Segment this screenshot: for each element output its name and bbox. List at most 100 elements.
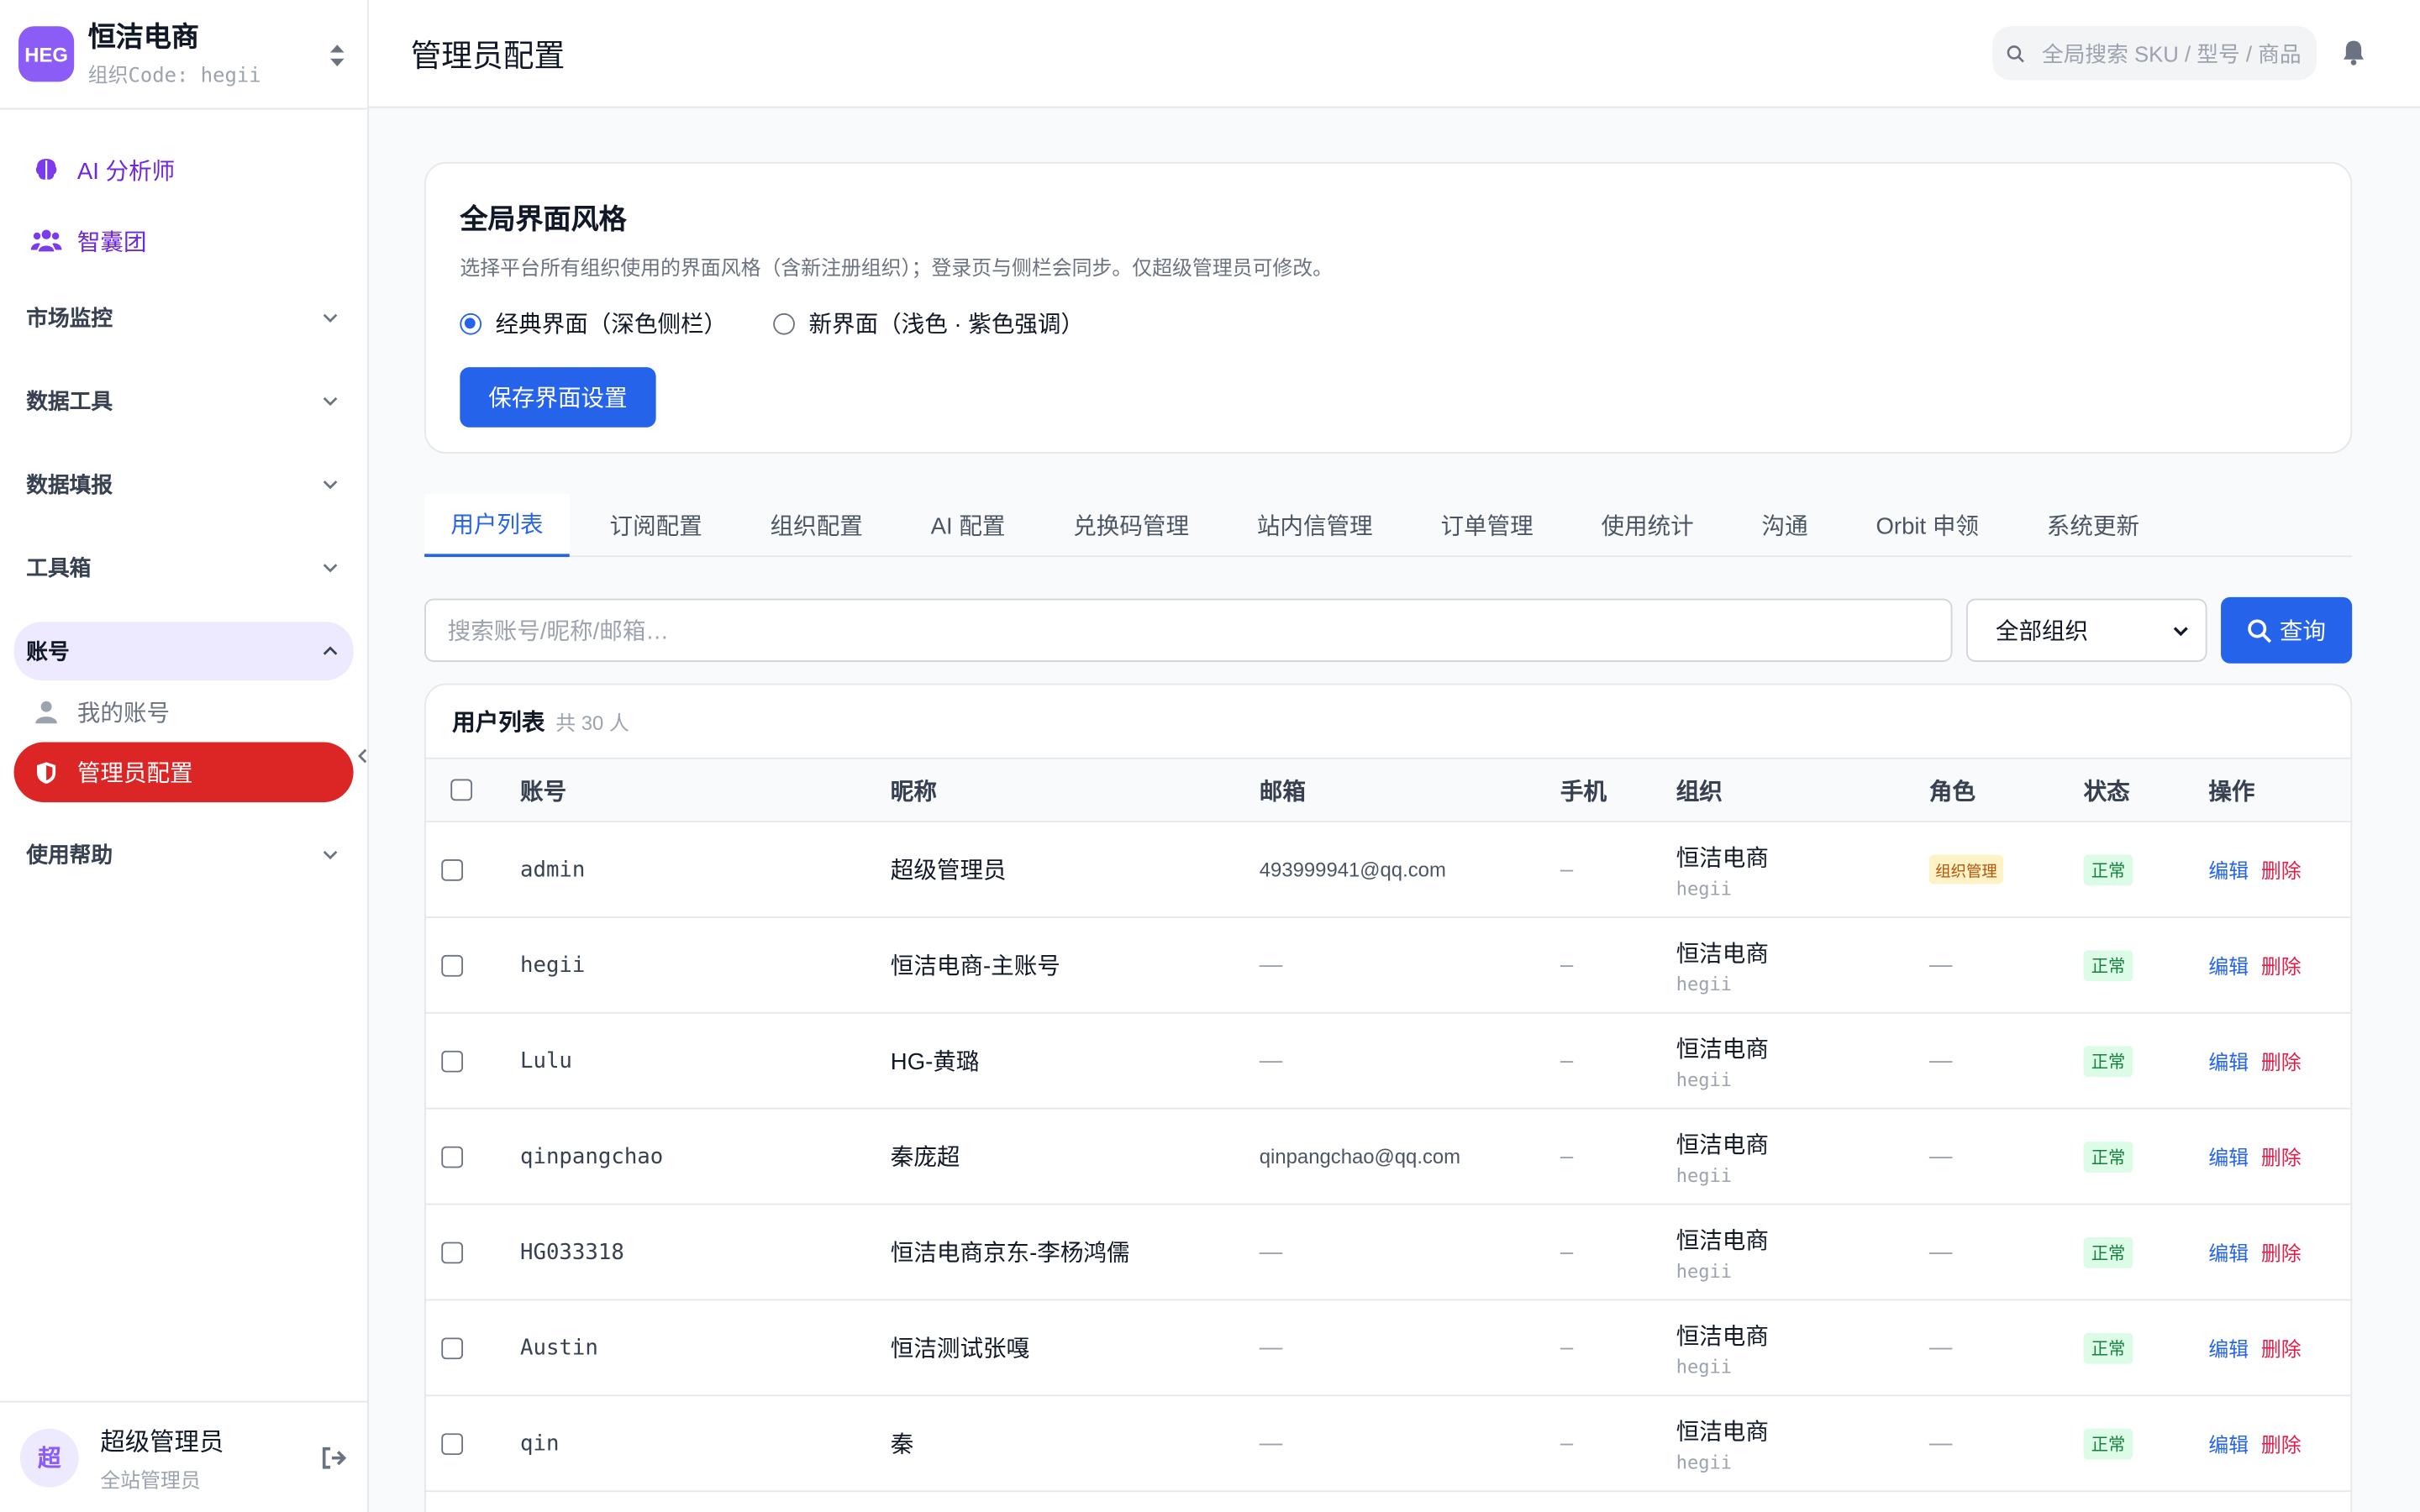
table-row: Lulu HG-黄璐 — – 恒洁电商 hegii — 正常 编辑 删除 xyxy=(425,1014,2351,1110)
col-phone[interactable]: 手机 xyxy=(1560,759,1607,821)
delete-link[interactable]: 删除 xyxy=(2261,1142,2302,1171)
chevron-down-icon xyxy=(323,564,338,573)
org-filter-select[interactable]: 全部组织 xyxy=(1965,598,2207,662)
global-search-input[interactable]: 全局搜索 SKU / 型号 / 商品 xyxy=(1992,26,2317,81)
ui-style-description: 选择平台所有组织使用的界面风格（含新注册组织）；登录页与侧栏会同步。仅超级管理员… xyxy=(460,255,1334,280)
row-checkbox[interactable] xyxy=(441,1049,464,1072)
cell-email: — xyxy=(1259,1047,1283,1074)
tab-orders[interactable]: 订单管理 xyxy=(1413,494,1560,555)
cell-org: 恒洁电商 hegii xyxy=(1676,822,1769,916)
chevron-updown-icon[interactable] xyxy=(329,43,345,67)
row-checkbox[interactable] xyxy=(441,954,464,976)
cell-org-name: 恒洁电商 xyxy=(1676,844,1769,871)
user-search-input[interactable]: 搜索账号/昵称/邮箱… xyxy=(424,598,1953,662)
tab-ai-config[interactable]: AI 配置 xyxy=(903,494,1034,555)
nav-group-account[interactable]: 账号 xyxy=(13,622,354,680)
radio-classic-ui[interactable]: 经典界面（深色侧栏） xyxy=(460,307,727,340)
nav-group-help[interactable]: 使用帮助 xyxy=(0,813,367,896)
cell-org: 恒洁电商 hegii xyxy=(1676,918,1769,1012)
query-button[interactable]: 查询 xyxy=(2221,596,2353,664)
ui-style-title: 全局界面风格 xyxy=(460,203,627,235)
tab-orbit[interactable]: Orbit 申领 xyxy=(1848,494,2007,555)
delete-link[interactable]: 删除 xyxy=(2261,1429,2302,1458)
row-checkbox[interactable] xyxy=(441,1241,464,1263)
nav-my-account-label: 我的账号 xyxy=(76,699,171,727)
cell-status: 正常 xyxy=(2083,918,2133,1012)
tab-usage-stats[interactable]: 使用统计 xyxy=(1573,494,1721,555)
status-badge: 正常 xyxy=(2083,949,2133,981)
edit-link[interactable]: 编辑 xyxy=(2208,1333,2249,1362)
row-checkbox[interactable] xyxy=(441,1432,464,1455)
cell-actions: 编辑 删除 xyxy=(2208,1396,2301,1490)
col-nickname[interactable]: 昵称 xyxy=(891,759,937,821)
tab-org-config[interactable]: 组织配置 xyxy=(743,494,891,555)
edit-link[interactable]: 编辑 xyxy=(2208,950,2249,979)
cell-email: — xyxy=(1259,1238,1283,1266)
chevron-down-icon xyxy=(323,396,338,407)
radio-new-ui[interactable]: 新界面（浅色 · 紫色强调） xyxy=(773,307,1084,340)
role-empty: — xyxy=(1928,952,1953,979)
col-actions: 操作 xyxy=(2208,778,2255,805)
nav-my-account[interactable]: 我的账号 xyxy=(0,680,367,742)
row-checkbox[interactable] xyxy=(441,1336,464,1359)
tab-system-update[interactable]: 系统更新 xyxy=(2019,494,2167,555)
delete-link[interactable]: 删除 xyxy=(2261,950,2302,979)
nav-group-market[interactable]: 市场监控 xyxy=(0,276,367,360)
radio-dot-checked[interactable] xyxy=(460,312,482,334)
cell-actions: 编辑 删除 xyxy=(2208,1014,2301,1108)
org-switcher[interactable]: HEG 恒洁电商 组织Code: hegii xyxy=(0,0,368,110)
bell-icon[interactable] xyxy=(2339,39,2367,66)
nav-group-data-fill[interactable]: 数据填报 xyxy=(0,443,367,526)
cell-actions: 编辑 删除 xyxy=(2208,918,2301,1012)
delete-link[interactable]: 删除 xyxy=(2261,1237,2302,1267)
nav-group-toolbox[interactable]: 工具箱 xyxy=(0,526,367,609)
col-role[interactable]: 角色 xyxy=(1929,759,1975,821)
user-footer: 超 超级管理员 全站管理员 xyxy=(0,1400,369,1512)
nav-ai-analyst[interactable]: AI 分析师 xyxy=(0,134,367,205)
cell-org-code: hegii xyxy=(1676,1163,1733,1186)
tab-user-list[interactable]: 用户列表 xyxy=(424,493,570,558)
radio-dot[interactable] xyxy=(773,312,795,334)
col-email[interactable]: 邮箱 xyxy=(1260,759,1306,821)
cell-email: — xyxy=(1259,1430,1283,1457)
avatar[interactable]: 超 xyxy=(19,1427,79,1487)
sidebar-collapse-button[interactable] xyxy=(352,742,374,769)
edit-link[interactable]: 编辑 xyxy=(2208,1046,2249,1075)
row-checkbox[interactable] xyxy=(441,858,464,880)
edit-link[interactable]: 编辑 xyxy=(2208,1237,2249,1267)
nav-admin-config[interactable]: 管理员配置 xyxy=(13,742,354,803)
cell-role: — xyxy=(1929,1014,1953,1108)
delete-link[interactable]: 删除 xyxy=(2261,1333,2302,1362)
row-checkbox[interactable] xyxy=(441,1145,464,1168)
cell-org-code: hegii xyxy=(1676,1259,1733,1282)
select-all-checkbox[interactable] xyxy=(450,779,473,801)
col-org[interactable]: 组织 xyxy=(1676,759,1723,821)
org-name: 恒洁电商 xyxy=(87,21,199,53)
edit-link[interactable]: 编辑 xyxy=(2208,855,2249,885)
ui-style-card: 全局界面风格 选择平台所有组织使用的界面风格（含新注册组织）；登录页与侧栏会同步… xyxy=(424,161,2353,454)
cell-org: 恒洁电商 hegii xyxy=(1676,1014,1769,1108)
chevron-down-icon xyxy=(323,850,338,860)
delete-link[interactable]: 删除 xyxy=(2261,1046,2302,1075)
delete-link[interactable]: 删除 xyxy=(2261,855,2302,885)
table-row: qinpangchao 秦庞超 qinpangchao@qq.com – 恒洁电… xyxy=(425,1110,2351,1205)
save-ui-settings-button[interactable]: 保存界面设置 xyxy=(460,367,656,428)
nav-group-data-tools[interactable]: 数据工具 xyxy=(0,360,367,443)
role-badge: 组织管理 xyxy=(1928,854,2004,885)
col-account[interactable]: 账号 xyxy=(520,759,566,821)
cell-org-name: 恒洁电商 xyxy=(1676,1322,1769,1350)
tab-redeem-codes[interactable]: 兑换码管理 xyxy=(1045,494,1217,555)
role-empty: — xyxy=(1928,1238,1953,1266)
tab-messages[interactable]: 站内信管理 xyxy=(1229,494,1401,555)
logout-icon[interactable] xyxy=(319,1444,347,1472)
tab-subscription[interactable]: 订阅配置 xyxy=(581,494,729,555)
status-badge: 正常 xyxy=(2083,853,2133,885)
chevron-up-icon xyxy=(323,646,338,655)
nav-think-tank[interactable]: 智囊团 xyxy=(0,205,367,276)
cell-phone: – xyxy=(1560,1334,1574,1361)
tab-communication[interactable]: 沟通 xyxy=(1733,494,1835,555)
col-status[interactable]: 状态 xyxy=(2084,759,2130,821)
role-empty: — xyxy=(1928,1430,1953,1457)
edit-link[interactable]: 编辑 xyxy=(2208,1142,2249,1171)
edit-link[interactable]: 编辑 xyxy=(2208,1429,2249,1458)
